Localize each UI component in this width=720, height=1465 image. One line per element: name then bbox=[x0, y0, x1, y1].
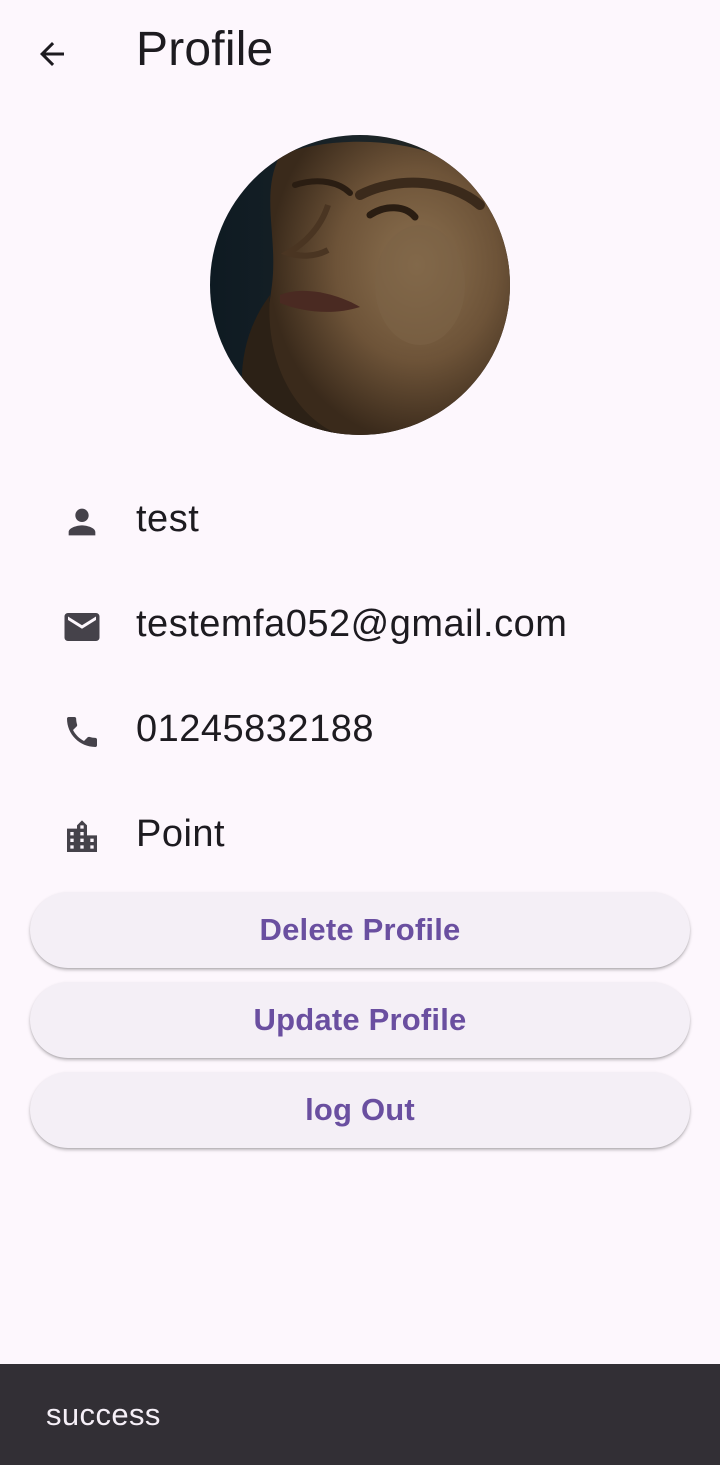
phone-icon bbox=[60, 710, 104, 754]
phone-text: 01245832188 bbox=[136, 708, 374, 750]
building-icon bbox=[60, 815, 104, 859]
mail-icon bbox=[60, 605, 104, 649]
name-row: test bbox=[0, 488, 720, 548]
back-button[interactable] bbox=[24, 26, 80, 82]
app-bar: Profile bbox=[0, 0, 720, 106]
name-text: test bbox=[136, 498, 200, 540]
location-text: Point bbox=[136, 813, 226, 855]
arrow-back-icon bbox=[40, 42, 64, 66]
profile-photo bbox=[210, 135, 510, 435]
profile-screen: Profile test testemfa052@gmail.com 01245… bbox=[0, 0, 720, 1465]
email-row: testemfa052@gmail.com bbox=[0, 593, 720, 653]
person-icon bbox=[60, 500, 104, 544]
page-title: Profile bbox=[136, 23, 274, 76]
phone-row: 01245832188 bbox=[0, 698, 720, 758]
update-profile-button[interactable]: Update Profile bbox=[30, 982, 690, 1058]
logout-button[interactable]: log Out bbox=[30, 1072, 690, 1148]
snackbar-message: success bbox=[46, 1397, 161, 1432]
delete-profile-button[interactable]: Delete Profile bbox=[30, 892, 690, 968]
email-text: testemfa052@gmail.com bbox=[136, 603, 568, 645]
snackbar: success bbox=[0, 1364, 720, 1465]
avatar bbox=[210, 135, 510, 435]
location-row: Point bbox=[0, 803, 720, 863]
